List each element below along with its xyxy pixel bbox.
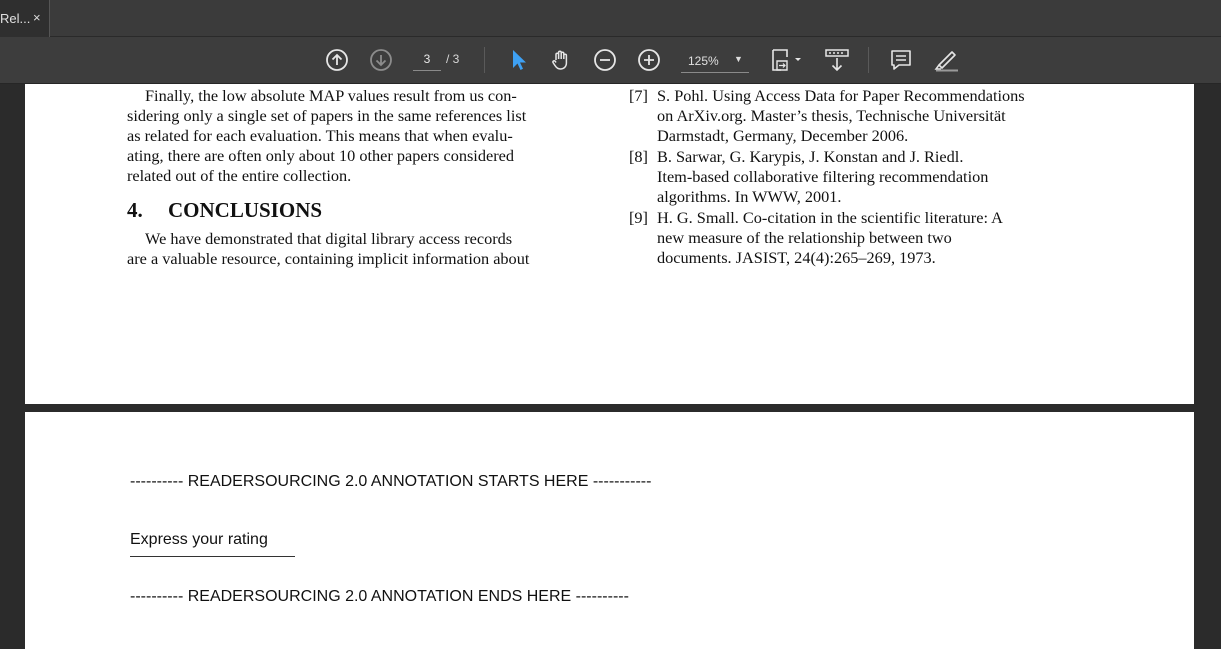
annotation-start-marker: ---------- READERSOURCING 2.0 ANNOTATION… <box>130 473 652 490</box>
reference-line: documents. JASIST, 24(4):265–269, 1973. <box>657 248 936 267</box>
rating-label: Express your rating <box>130 531 268 548</box>
page-total: / 3 <box>446 52 460 66</box>
reference-line: S. Pohl. Using Access Data for Paper Rec… <box>657 86 1025 105</box>
reference-number: [7] <box>629 86 648 105</box>
pdf-page: Finally, the low absolute MAP values res… <box>25 84 1194 404</box>
next-page-button[interactable] <box>368 45 394 75</box>
tab-title: Rel... <box>0 11 31 26</box>
minus-circle-icon <box>594 49 616 71</box>
tab-bar: Rel... × <box>0 0 1221 37</box>
plus-circle-icon <box>638 49 660 71</box>
add-comment-button[interactable] <box>888 45 914 75</box>
paragraph-line: related out of the entire collection. <box>127 166 352 185</box>
section-heading: CONCLUSIONS <box>168 198 323 222</box>
reference-line: B. Sarwar, G. Karypis, J. Konstan and J.… <box>657 147 964 166</box>
paragraph-line: as related for each evaluation. This mea… <box>127 126 513 145</box>
paragraph-line: are a valuable resource, containing impl… <box>127 249 530 268</box>
section-number: 4. <box>127 198 143 222</box>
paragraph-line: sidering only a single set of papers in … <box>127 106 527 125</box>
scroll-down-icon <box>825 49 849 72</box>
highlight-button[interactable] <box>932 45 960 75</box>
hand-tool-button[interactable] <box>548 45 574 75</box>
fit-page-icon <box>772 49 801 71</box>
close-icon[interactable]: × <box>33 10 41 25</box>
highlighter-icon <box>934 51 958 72</box>
annotation-end-marker: ---------- READERSOURCING 2.0 ANNOTATION… <box>130 588 629 605</box>
reference-line: on ArXiv.org. Master’s thesis, Technisch… <box>657 106 1006 125</box>
zoom-select[interactable]: 125% ▼ <box>681 46 749 73</box>
reference-line: H. G. Small. Co-citation in the scientif… <box>657 208 1003 227</box>
zoom-value: 125% <box>688 54 719 68</box>
paragraph-line: Finally, the low absolute MAP values res… <box>145 86 517 105</box>
scroll-mode-button[interactable] <box>822 45 852 75</box>
reference-line: Darmstadt, Germany, December 2006. <box>657 126 909 145</box>
chevron-down-icon: ▼ <box>734 54 743 64</box>
document-tab[interactable]: Rel... × <box>0 0 50 37</box>
page-number-input[interactable] <box>413 47 441 71</box>
toolbar-divider <box>868 47 869 73</box>
pdf-toolbar: / 3 125% ▼ <box>0 37 1221 84</box>
zoom-out-button[interactable] <box>592 45 618 75</box>
arrow-down-circle-icon <box>370 49 392 71</box>
reference-line: Item-based collaborative filtering recom… <box>657 167 989 186</box>
hand-icon <box>552 50 568 70</box>
arrow-up-circle-icon <box>326 49 348 71</box>
previous-page-button[interactable] <box>324 45 350 75</box>
paragraph-line: We have demonstrated that digital librar… <box>145 229 513 248</box>
annotation-page: ---------- READERSOURCING 2.0 ANNOTATION… <box>25 412 1194 649</box>
reference-number: [8] <box>629 147 648 166</box>
zoom-in-button[interactable] <box>636 45 662 75</box>
cursor-arrow-icon <box>513 50 526 70</box>
rating-input-field[interactable]: Express your rating <box>130 529 295 557</box>
comment-icon <box>891 50 911 70</box>
toolbar-divider <box>484 47 485 73</box>
reference-line: new measure of the relationship between … <box>657 228 952 247</box>
reference-line: algorithms. In WWW, 2001. <box>657 187 842 206</box>
page-fit-button[interactable] <box>768 45 804 75</box>
paragraph-line: ating, there are often only about 10 oth… <box>127 146 514 165</box>
reference-number: [9] <box>629 208 648 227</box>
select-tool-button[interactable] <box>506 45 530 75</box>
